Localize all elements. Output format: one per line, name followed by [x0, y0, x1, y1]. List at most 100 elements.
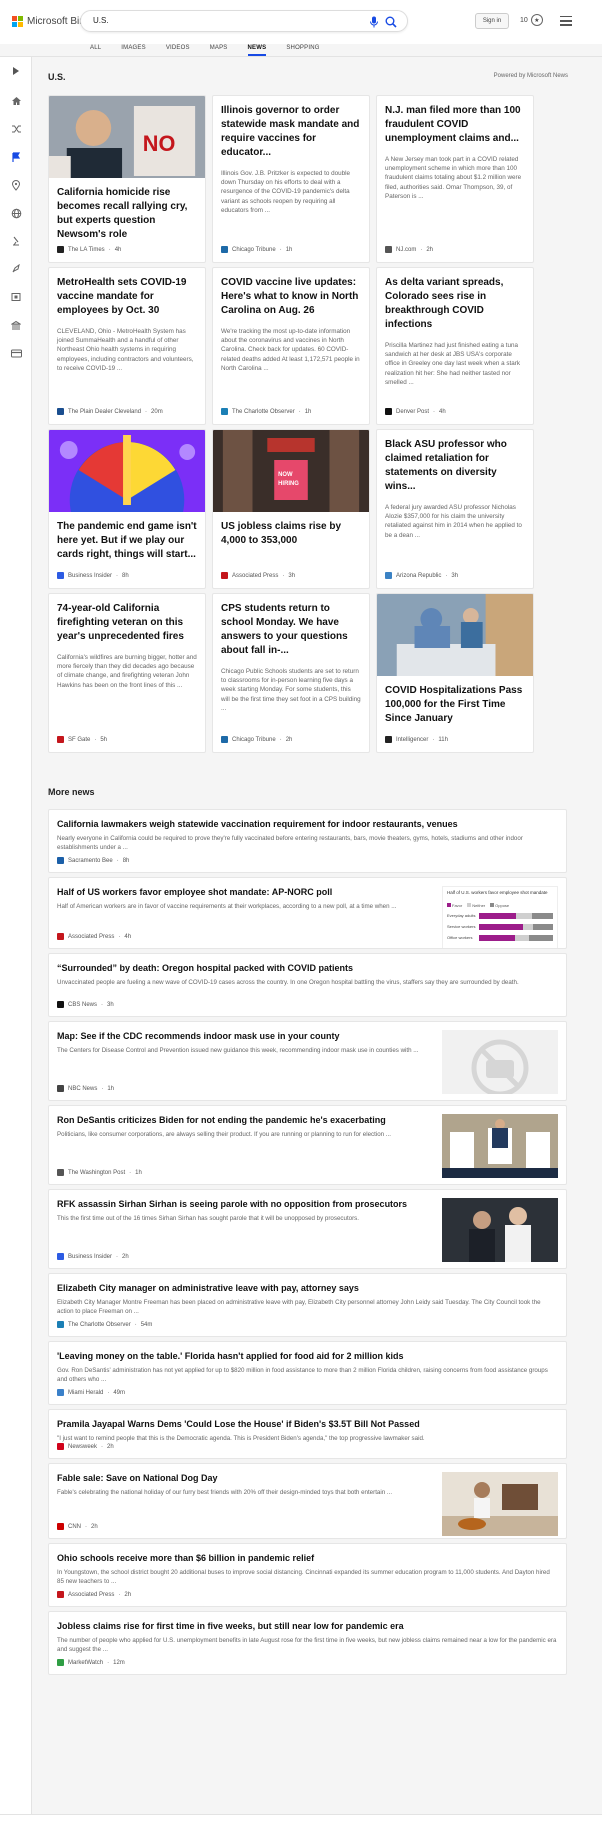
- news-source[interactable]: CNN · 2h: [57, 1523, 98, 1530]
- news-card-title[interactable]: 74-year-old California firefighting vete…: [49, 594, 205, 644]
- science-icon[interactable]: [10, 235, 22, 247]
- more-news-title[interactable]: Half of US workers favor employee shot m…: [57, 886, 437, 898]
- news-card-title[interactable]: MetroHealth sets COVID-19 vaccine mandat…: [49, 268, 205, 318]
- tab-images[interactable]: IMAGES: [111, 40, 156, 56]
- home-icon[interactable]: [10, 95, 22, 107]
- more-news-item[interactable]: “Surrounded” by death: Oregon hospital p…: [48, 953, 567, 1017]
- news-source[interactable]: Intelligencer · 11h: [385, 736, 448, 743]
- news-source[interactable]: Arizona Republic · 3h: [385, 572, 458, 579]
- more-news-title[interactable]: Map: See if the CDC recommends indoor ma…: [57, 1030, 437, 1042]
- search-box[interactable]: U.S.: [80, 10, 408, 32]
- news-source[interactable]: Chicago Tribune · 2h: [221, 736, 292, 743]
- tab-shopping[interactable]: SHOPPING: [276, 40, 329, 56]
- news-source[interactable]: The Plain Dealer Cleveland · 20m: [57, 408, 163, 415]
- news-source[interactable]: NJ.com · 2h: [385, 246, 433, 253]
- news-source[interactable]: CBS News · 3h: [57, 1001, 114, 1008]
- news-card-title[interactable]: COVID vaccine live updates: Here's what …: [213, 268, 369, 318]
- news-source[interactable]: Miami Herald · 49m: [57, 1389, 125, 1396]
- tab-news[interactable]: NEWS: [238, 40, 277, 56]
- news-card-title[interactable]: California homicide rise becomes recall …: [49, 178, 205, 242]
- news-card-title[interactable]: COVID Hospitalizations Pass 100,000 for …: [377, 676, 533, 726]
- news-card-title[interactable]: CPS students return to school Monday. We…: [213, 594, 369, 658]
- news-card[interactable]: Illinois governor to order statewide mas…: [212, 95, 370, 263]
- bing-logo[interactable]: Microsoft Bing: [12, 16, 90, 27]
- more-news-title[interactable]: Pramila Jayapal Warns Dems 'Could Lose t…: [57, 1418, 557, 1430]
- news-source[interactable]: MarketWatch · 12m: [57, 1659, 125, 1666]
- card-icon[interactable]: [10, 347, 22, 359]
- search-icon[interactable]: [385, 16, 397, 28]
- news-card[interactable]: Black ASU professor who claimed retaliat…: [376, 429, 534, 589]
- news-source[interactable]: Business Insider · 8h: [57, 572, 129, 579]
- news-card[interactable]: 74-year-old California firefighting vete…: [48, 593, 206, 753]
- news-source[interactable]: Newsweek · 2h: [57, 1443, 114, 1450]
- hamburger-menu-icon[interactable]: [560, 16, 572, 26]
- more-news-item[interactable]: Pramila Jayapal Warns Dems 'Could Lose t…: [48, 1409, 567, 1459]
- tab-maps[interactable]: MAPS: [200, 40, 238, 56]
- more-news-item[interactable]: Half of US workers favor employee shot m…: [48, 877, 567, 949]
- more-news-title[interactable]: 'Leaving money on the table.' Florida ha…: [57, 1350, 557, 1362]
- location-icon[interactable]: [10, 179, 22, 191]
- news-card[interactable]: NOW HIRING US jobless claims rise by 4,000…: [212, 429, 370, 589]
- news-source[interactable]: Business Insider · 2h: [57, 1253, 129, 1260]
- tab-all[interactable]: ALL: [80, 40, 111, 56]
- more-news-item[interactable]: Map: See if the CDC recommends indoor ma…: [48, 1021, 567, 1101]
- news-source[interactable]: Associated Press · 2h: [57, 1591, 131, 1598]
- news-card-title[interactable]: As delta variant spreads, Colorado sees …: [377, 268, 533, 332]
- film-icon[interactable]: [10, 291, 22, 303]
- globe-icon[interactable]: [10, 207, 22, 219]
- news-source[interactable]: The Charlotte Observer · 1h: [221, 408, 311, 415]
- more-news-item[interactable]: 'Leaving money on the table.' Florida ha…: [48, 1341, 567, 1405]
- publisher-logo-icon: [57, 1523, 64, 1530]
- more-news-item[interactable]: Jobless claims rise for first time in fi…: [48, 1611, 567, 1675]
- chart-bar-neither: [516, 913, 532, 919]
- news-source[interactable]: The LA Times · 4h: [57, 246, 121, 253]
- news-source[interactable]: Denver Post · 4h: [385, 408, 446, 415]
- news-card[interactable]: As delta variant spreads, Colorado sees …: [376, 267, 534, 425]
- more-news-item[interactable]: Ohio schools receive more than $6 billio…: [48, 1543, 567, 1607]
- rewards-button[interactable]: 10 ★: [520, 14, 543, 26]
- more-news-title[interactable]: RFK assassin Sirhan Sirhan is seeing par…: [57, 1198, 437, 1210]
- flag-icon[interactable]: [10, 151, 22, 163]
- rocket-icon[interactable]: [10, 263, 22, 275]
- news-source[interactable]: Chicago Tribune · 1h: [221, 246, 292, 253]
- news-source[interactable]: The Washington Post · 1h: [57, 1169, 142, 1176]
- news-card-title[interactable]: Illinois governor to order statewide mas…: [213, 96, 369, 160]
- sign-in-button[interactable]: Sign in: [475, 13, 509, 29]
- news-source[interactable]: The Charlotte Observer · 54m: [57, 1321, 152, 1328]
- more-news-item[interactable]: Ron DeSantis criticizes Biden for not en…: [48, 1105, 567, 1185]
- more-news-title[interactable]: “Surrounded” by death: Oregon hospital p…: [57, 962, 557, 974]
- microphone-icon[interactable]: [369, 16, 379, 28]
- more-news-title[interactable]: Elizabeth City manager on administrative…: [57, 1282, 557, 1294]
- more-news-title[interactable]: Ohio schools receive more than $6 billio…: [57, 1552, 557, 1564]
- news-card[interactable]: N.J. man filed more than 100 fraudulent …: [376, 95, 534, 263]
- news-card[interactable]: NO California homicide rise becomes recal…: [48, 95, 206, 263]
- news-card[interactable]: COVID vaccine live updates: Here's what …: [212, 267, 370, 425]
- more-news-title[interactable]: Jobless claims rise for first time in fi…: [57, 1620, 557, 1632]
- more-news-title[interactable]: California lawmakers weigh statewide vac…: [57, 818, 557, 830]
- news-source[interactable]: NBC News · 1h: [57, 1085, 114, 1092]
- search-input[interactable]: U.S.: [93, 16, 109, 25]
- news-source[interactable]: Associated Press · 3h: [221, 572, 295, 579]
- news-source[interactable]: Associated Press · 4h: [57, 933, 131, 940]
- expand-icon[interactable]: [10, 65, 22, 77]
- more-news-item[interactable]: Elizabeth City manager on administrative…: [48, 1273, 567, 1337]
- news-card[interactable]: MetroHealth sets COVID-19 vaccine mandat…: [48, 267, 206, 425]
- more-news-title[interactable]: Fable sale: Save on National Dog Day: [57, 1472, 437, 1484]
- shuffle-icon[interactable]: [10, 123, 22, 135]
- news-card[interactable]: The pandemic end game isn't here yet. Bu…: [48, 429, 206, 589]
- bank-icon[interactable]: [10, 319, 22, 331]
- more-news-item[interactable]: Fable sale: Save on National Dog Day Fabl…: [48, 1463, 567, 1539]
- news-card[interactable]: CPS students return to school Monday. We…: [212, 593, 370, 753]
- tab-videos[interactable]: VIDEOS: [156, 40, 200, 56]
- news-card-title[interactable]: N.J. man filed more than 100 fraudulent …: [377, 96, 533, 146]
- more-news-title[interactable]: Ron DeSantis criticizes Biden for not en…: [57, 1114, 437, 1126]
- more-news-item[interactable]: California lawmakers weigh statewide vac…: [48, 809, 567, 873]
- time-ago: 12m: [113, 1659, 125, 1666]
- news-card-title[interactable]: US jobless claims rise by 4,000 to 353,0…: [213, 512, 369, 548]
- news-card-title[interactable]: Black ASU professor who claimed retaliat…: [377, 430, 533, 494]
- news-source[interactable]: SF Gate · 5h: [57, 736, 107, 743]
- more-news-item[interactable]: RFK assassin Sirhan Sirhan is seeing par…: [48, 1189, 567, 1269]
- news-card[interactable]: COVID Hospitalizations Pass 100,000 for …: [376, 593, 534, 753]
- news-source[interactable]: Sacramento Bee · 8h: [57, 857, 129, 864]
- news-card-title[interactable]: The pandemic end game isn't here yet. Bu…: [49, 512, 205, 562]
